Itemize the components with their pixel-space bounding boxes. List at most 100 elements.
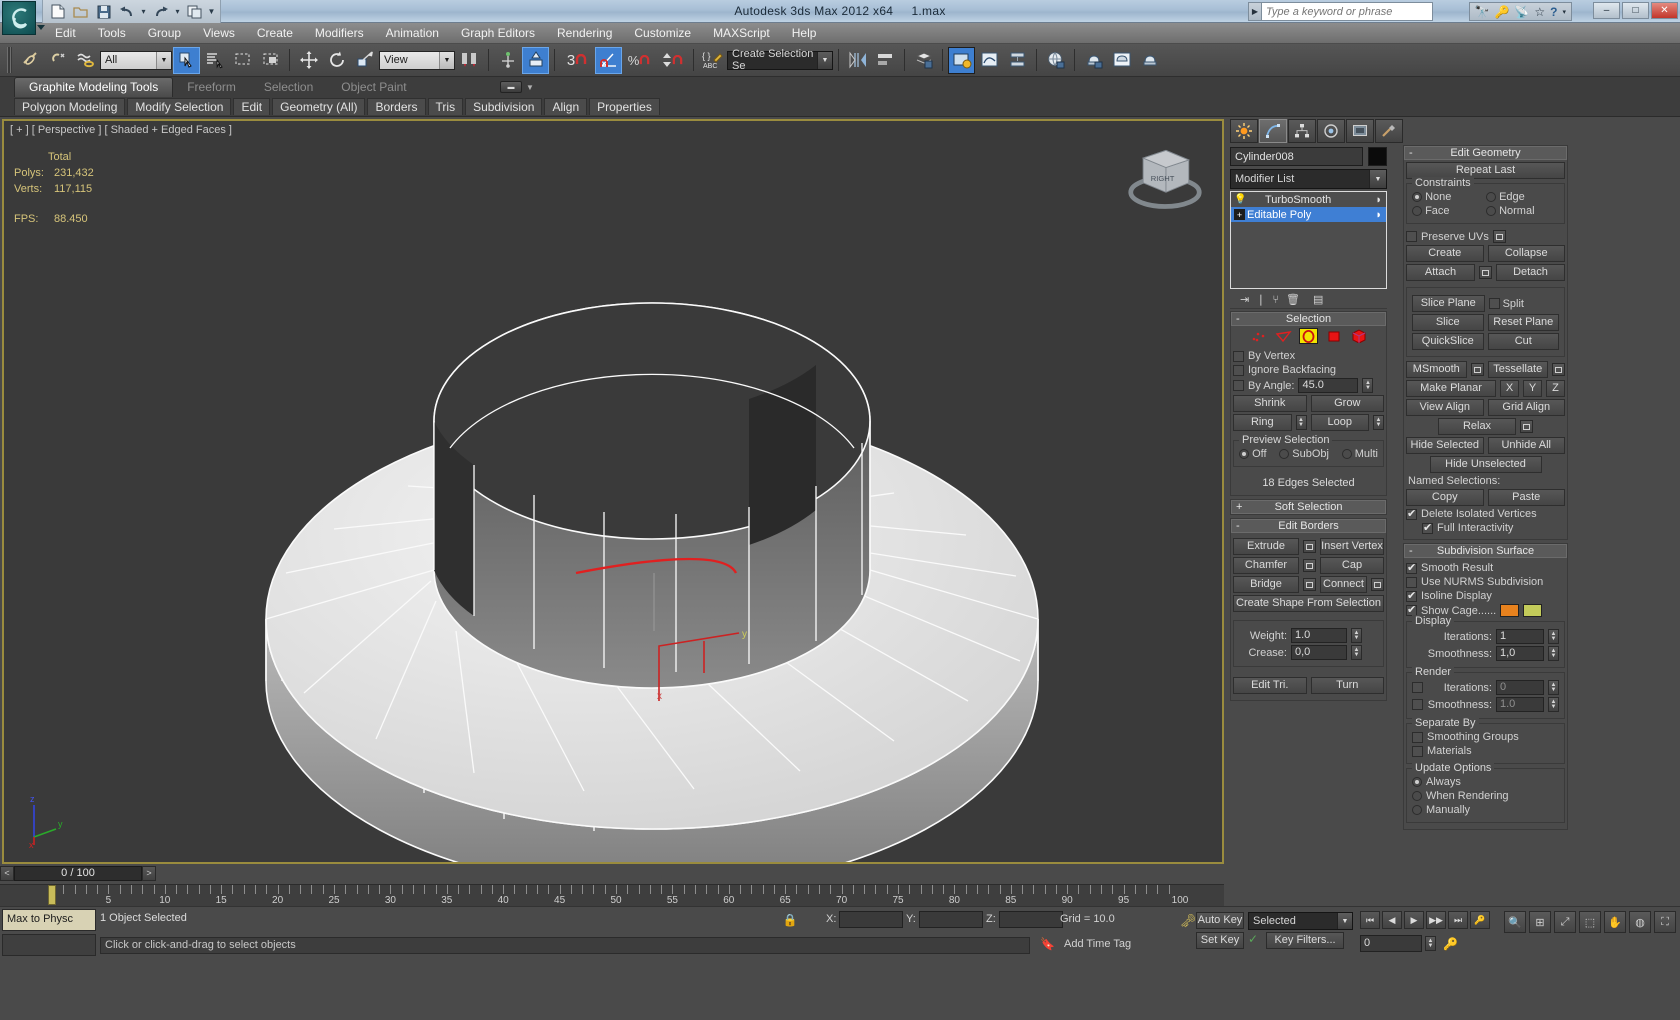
- copy-button[interactable]: Copy: [1406, 489, 1484, 506]
- cap-button[interactable]: Cap: [1320, 557, 1384, 574]
- polygon-icon[interactable]: [1324, 328, 1343, 344]
- zoom-extents-icon[interactable]: ⤢: [1554, 911, 1576, 933]
- ribbon-subtab-polygon-modeling[interactable]: Polygon Modeling: [14, 98, 126, 115]
- crease-spinner[interactable]: ▲ ▼: [1351, 645, 1362, 660]
- menu-item-graph-editors[interactable]: Graph Editors: [450, 23, 546, 44]
- by-vertex-checkbox[interactable]: [1233, 350, 1244, 362]
- element-icon[interactable]: [1349, 328, 1368, 344]
- bridge-button[interactable]: Bridge: [1233, 576, 1299, 593]
- loop-spinner[interactable]: ▲ ▼: [1373, 415, 1384, 430]
- motion-tab-icon[interactable]: [1317, 119, 1345, 143]
- ribbon-tab-selection[interactable]: Selection: [250, 78, 327, 97]
- toolbar-grip[interactable]: [7, 47, 12, 73]
- display-smoothness-value[interactable]: 1,0: [1496, 646, 1544, 661]
- by-angle-checkbox[interactable]: [1233, 380, 1244, 391]
- create-tab-icon[interactable]: [1230, 119, 1258, 143]
- align-icon[interactable]: [872, 47, 899, 74]
- lock-selection-icon[interactable]: 🔒: [782, 912, 798, 928]
- spinner-snap-icon[interactable]: [656, 47, 688, 74]
- ignore-backfacing-row[interactable]: Ignore Backfacing: [1233, 364, 1384, 376]
- select-scale-icon[interactable]: [351, 47, 378, 74]
- time-slider-handle[interactable]: [48, 885, 56, 905]
- insert-vertex-button[interactable]: Insert Vertex: [1320, 538, 1384, 555]
- key-mode-toggle-icon[interactable]: 🔑: [1470, 911, 1490, 929]
- mirror-objects-icon[interactable]: [844, 47, 871, 74]
- menu-item-animation[interactable]: Animation: [375, 23, 450, 44]
- help-dropdown-icon[interactable]: ▾: [1562, 8, 1566, 16]
- mirror-icon[interactable]: [522, 46, 549, 74]
- render-smoothness-spinner[interactable]: ▲ ▼: [1548, 697, 1559, 712]
- project-folder-icon[interactable]: [184, 2, 205, 22]
- modifier-list-combo[interactable]: Modifier List ▼: [1230, 169, 1387, 189]
- remove-modifier-icon[interactable]: 🗑: [1286, 293, 1300, 306]
- current-frame-field[interactable]: 0 / 100: [14, 865, 142, 881]
- select-by-name-icon[interactable]: [201, 47, 228, 74]
- menu-item-help[interactable]: Help: [781, 23, 828, 44]
- display-smoothness-spinner[interactable]: ▲ ▼: [1548, 646, 1559, 661]
- display-tab-icon[interactable]: [1346, 119, 1374, 143]
- go-to-end-icon[interactable]: ⏭: [1448, 911, 1468, 929]
- orbit-icon[interactable]: ◍: [1629, 911, 1651, 933]
- key-icon[interactable]: 🔑: [1494, 5, 1509, 19]
- frame-number-field[interactable]: 0: [1360, 935, 1422, 952]
- configure-modifier-sets-icon[interactable]: ▤: [1313, 293, 1323, 306]
- ring-spinner[interactable]: ▲ ▼: [1295, 415, 1307, 430]
- use-selection-center-icon[interactable]: [494, 47, 521, 74]
- collapse-icon[interactable]: -: [1409, 147, 1413, 160]
- open-icon[interactable]: [70, 2, 91, 22]
- selection-filter-combo[interactable]: All ▼: [100, 50, 172, 70]
- schematic-view-icon[interactable]: [1004, 47, 1031, 74]
- expand-icon[interactable]: +: [1234, 209, 1245, 220]
- ribbon-subtab-geometry-all[interactable]: Geometry (All): [272, 98, 366, 115]
- curve-editor-icon[interactable]: [976, 47, 1003, 74]
- zoom-icon[interactable]: 🔍: [1504, 911, 1526, 933]
- cut-button[interactable]: Cut: [1487, 333, 1559, 350]
- constraint-none-radio[interactable]: [1412, 192, 1422, 203]
- crease-value[interactable]: 0,0: [1291, 645, 1347, 660]
- binoculars-icon[interactable]: 🔭: [1475, 5, 1490, 19]
- select-move-icon[interactable]: [295, 47, 322, 74]
- key-filters-button[interactable]: Key Filters...: [1266, 932, 1344, 949]
- make-planar-z-button[interactable]: Z: [1546, 380, 1565, 397]
- display-iterations-spinner[interactable]: ▲ ▼: [1548, 629, 1559, 644]
- set-key-button[interactable]: Set Key: [1196, 932, 1244, 949]
- make-planar-y-button[interactable]: Y: [1523, 380, 1542, 397]
- msmooth-settings-icon[interactable]: [1470, 363, 1484, 376]
- smooth-result-checkbox[interactable]: [1406, 561, 1417, 574]
- materials-checkbox[interactable]: [1412, 745, 1423, 757]
- subdivision-surface-rollout-header[interactable]: - Subdivision Surface: [1404, 544, 1567, 558]
- attach-settings-icon[interactable]: [1479, 266, 1492, 279]
- chevron-down-icon[interactable]: ▼: [156, 51, 171, 69]
- edit-named-selection-icon[interactable]: { } ABC: [699, 47, 726, 74]
- snaps-toggle-icon[interactable]: 3: [560, 47, 594, 74]
- unhide-all-button[interactable]: Unhide All: [1487, 437, 1565, 454]
- redo-dropdown-icon[interactable]: ▾: [173, 2, 182, 22]
- collapse-button[interactable]: Collapse: [1487, 245, 1565, 262]
- weight-spinner[interactable]: ▲ ▼: [1351, 628, 1362, 643]
- close-button[interactable]: ✕: [1651, 2, 1678, 19]
- ribbon-tab-graphite-modeling-tools[interactable]: Graphite Modeling Tools: [14, 77, 174, 97]
- chamfer-settings-icon[interactable]: [1303, 559, 1316, 572]
- grow-button[interactable]: Grow: [1310, 395, 1384, 412]
- angle-snap-icon[interactable]: [595, 46, 622, 74]
- menu-item-group[interactable]: Group: [137, 23, 192, 44]
- view-align-button[interactable]: View Align: [1406, 399, 1484, 416]
- ribbon-subtab-properties[interactable]: Properties: [589, 98, 660, 115]
- save-icon[interactable]: [93, 2, 114, 22]
- key-mode-icon[interactable]: 🔑: [1443, 937, 1458, 951]
- rendered-frame-window-icon[interactable]: [1108, 47, 1135, 74]
- relax-settings-icon[interactable]: [1520, 420, 1533, 433]
- expand-icon[interactable]: +: [1236, 501, 1242, 514]
- x-field[interactable]: [839, 910, 904, 928]
- view-cube[interactable]: RIGHT: [1122, 139, 1208, 217]
- y-field[interactable]: [918, 910, 983, 928]
- hide-unselected-button[interactable]: Hide Unselected: [1429, 456, 1542, 473]
- percent-snap-icon[interactable]: %: [623, 47, 655, 74]
- extrude-settings-icon[interactable]: [1303, 540, 1316, 553]
- cage-color-swatch-1[interactable]: [1500, 604, 1520, 617]
- by-angle-value[interactable]: 45.0: [1298, 378, 1359, 393]
- minimize-button[interactable]: –: [1593, 2, 1620, 19]
- ribbon-tab-freeform[interactable]: Freeform: [173, 78, 250, 97]
- create-shape-from-selection-button[interactable]: Create Shape From Selection: [1233, 595, 1384, 612]
- reset-plane-button[interactable]: Reset Plane: [1487, 314, 1559, 331]
